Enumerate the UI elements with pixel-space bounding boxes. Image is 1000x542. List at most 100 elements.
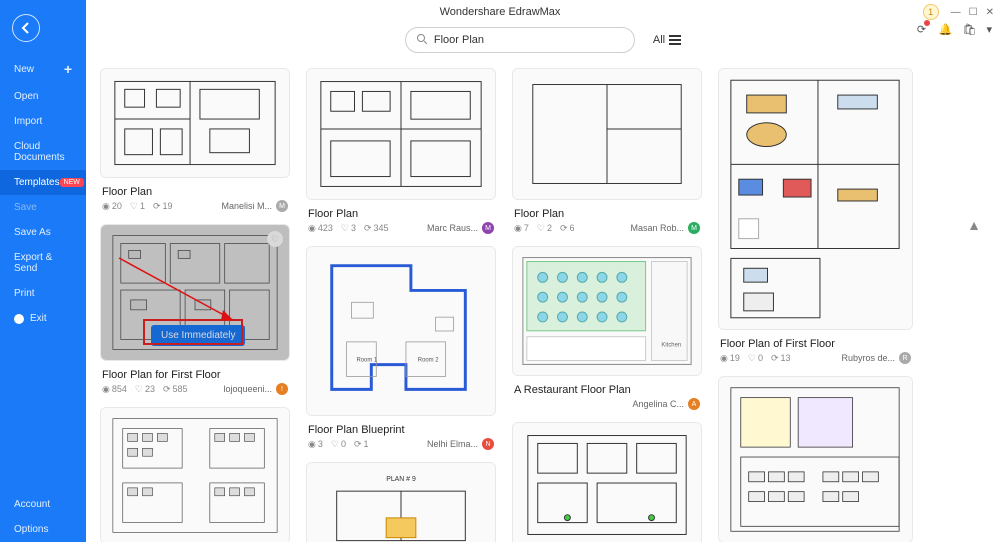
stat-value: 7 <box>524 223 529 233</box>
bell-icon[interactable]: 🔔 <box>938 22 952 36</box>
card-title: Floor Plan <box>514 208 700 220</box>
author-name: Rubyros de... <box>841 353 895 363</box>
scroll-top-button[interactable]: ▲ <box>964 215 984 235</box>
views-icon: ◉ <box>102 201 110 212</box>
template-card[interactable]: Floor Plan of First Floor ◉19 ♡0 ⟳13 Rub… <box>718 68 913 366</box>
stat-value: 3 <box>318 439 323 449</box>
sidebar-item-save: Save <box>0 195 86 220</box>
saves-icon: ⟳ <box>364 223 372 234</box>
cart-icon[interactable]: 🛍 <box>962 22 976 36</box>
author-name: lojoqueeni... <box>223 384 272 394</box>
template-card[interactable] <box>718 376 913 542</box>
stat-value: 19 <box>163 201 173 211</box>
stat-value: 854 <box>112 384 127 394</box>
avatar: R <box>899 352 911 364</box>
saves-icon: ⟳ <box>354 439 362 450</box>
favorite-icon[interactable]: ♡ <box>267 231 283 247</box>
sidebar-label: Cloud Documents <box>14 141 72 163</box>
author-name: Angelina C... <box>632 399 684 409</box>
room-label: Room 2 <box>418 358 439 364</box>
saves-icon: ⟳ <box>153 201 161 212</box>
saves-icon: ⟳ <box>560 223 568 234</box>
author-name: Masan Rob... <box>630 223 684 233</box>
avatar: M <box>688 222 700 234</box>
sidebar-label: Print <box>14 288 35 299</box>
sidebar: New + Open Import Cloud Documents Templa… <box>0 0 86 542</box>
template-card[interactable]: Room 1 Room 2 Floor Plan Blueprint ◉3 ♡0… <box>306 246 496 452</box>
views-icon: ◉ <box>720 353 728 364</box>
views-icon: ◉ <box>514 223 522 234</box>
template-card[interactable]: Floor Plan ◉423 ♡3 ⟳345 Marc Raus...M <box>306 68 496 236</box>
template-card[interactable]: Kitchen A Restaurant Floor Plan <box>512 246 702 412</box>
avatar: M <box>482 222 494 234</box>
room-label: Room 1 <box>356 358 377 364</box>
stat-value: 0 <box>758 353 763 363</box>
card-title: Floor Plan for First Floor <box>102 369 288 381</box>
card-title: Floor Plan <box>308 208 494 220</box>
likes-icon: ♡ <box>135 384 143 395</box>
template-card[interactable]: Museum Floor Plan <box>512 422 702 542</box>
card-title: Floor Plan <box>102 186 288 198</box>
likes-icon: ♡ <box>331 439 339 450</box>
info-badge: ! <box>276 383 288 395</box>
sidebar-item-open[interactable]: Open <box>0 84 86 109</box>
sidebar-item-saveas[interactable]: Save As <box>0 220 86 245</box>
stat-value: 6 <box>570 223 575 233</box>
saves-icon: ⟳ <box>163 384 171 395</box>
template-card[interactable]: Floor Plan ◉20 ♡1 ⟳19 Manelisi M...M <box>100 68 290 214</box>
likes-icon: ♡ <box>748 353 756 364</box>
search-icon <box>416 33 428 48</box>
titlebar: Wondershare EdrawMax <box>0 0 1000 24</box>
stat-value: 20 <box>112 201 122 211</box>
sidebar-item-templates[interactable]: Templates NEW <box>0 170 86 195</box>
sidebar-item-new[interactable]: New + <box>0 54 86 84</box>
views-icon: ◉ <box>308 223 316 234</box>
avatar: M <box>276 200 288 212</box>
template-card[interactable]: Laboratory Floor Plan <box>100 407 290 542</box>
template-card[interactable]: Floor Plan ◉7 ♡2 ⟳6 Masan Rob...M <box>512 68 702 236</box>
views-icon: ◉ <box>102 384 110 395</box>
back-button[interactable] <box>12 14 40 42</box>
toolbar-secondary: ⟳ 🔔 🛍 ▾ <box>914 22 992 36</box>
toolbar-chevron-icon[interactable]: ▾ <box>986 23 992 36</box>
stat-value: 1 <box>364 439 369 449</box>
search-box[interactable] <box>405 27 635 53</box>
sidebar-label: Templates <box>14 177 60 188</box>
svg-text:Kitchen: Kitchen <box>661 343 681 349</box>
sidebar-item-options[interactable]: Options <box>0 517 86 542</box>
template-card-selected[interactable]: ♡ Use Immediately Floor Plan for First F… <box>100 224 290 397</box>
card-title: A Restaurant Floor Plan <box>514 384 700 396</box>
likes-icon: ♡ <box>130 201 138 212</box>
sidebar-label: Import <box>14 116 42 127</box>
stat-value: 1 <box>140 201 145 211</box>
search-input[interactable] <box>434 34 624 46</box>
highlight-box <box>143 319 243 345</box>
plus-icon: + <box>64 61 72 77</box>
filter-all-button[interactable]: All <box>653 34 681 46</box>
sidebar-label: Options <box>14 524 48 535</box>
sidebar-label: Exit <box>30 313 47 324</box>
new-badge: NEW <box>60 178 84 187</box>
sidebar-label: Export & Send <box>14 252 72 274</box>
sidebar-item-exit[interactable]: Exit <box>0 306 86 331</box>
sidebar-item-account[interactable]: Account <box>0 492 86 517</box>
card-title: Floor Plan of First Floor <box>720 338 911 350</box>
stat-value: 19 <box>730 353 740 363</box>
sidebar-label: Save <box>14 202 37 213</box>
updates-icon[interactable]: ⟳ <box>914 22 928 36</box>
template-card[interactable]: PLAN # 9 <box>306 462 496 542</box>
sidebar-label: New <box>14 64 34 75</box>
stat-value: 23 <box>145 384 155 394</box>
main: All <box>86 0 1000 542</box>
sidebar-item-cloud[interactable]: Cloud Documents <box>0 134 86 170</box>
views-icon: ◉ <box>308 439 316 450</box>
likes-icon: ♡ <box>537 223 545 234</box>
sidebar-item-export[interactable]: Export & Send <box>0 245 86 281</box>
sidebar-item-print[interactable]: Print <box>0 281 86 306</box>
card-title: Floor Plan Blueprint <box>308 424 494 436</box>
sidebar-item-import[interactable]: Import <box>0 109 86 134</box>
plan-label: PLAN # 9 <box>386 476 416 483</box>
stat-value: 13 <box>781 353 791 363</box>
likes-icon: ♡ <box>341 223 349 234</box>
sidebar-label: Account <box>14 499 50 510</box>
